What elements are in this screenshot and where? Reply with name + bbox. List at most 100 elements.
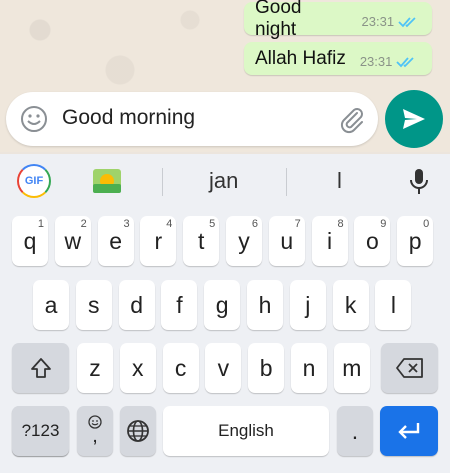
key-label: u: [280, 227, 294, 254]
key-k[interactable]: k: [332, 280, 369, 330]
key-hint: 4: [166, 218, 173, 230]
microphone-icon[interactable]: [408, 168, 430, 196]
key-label: v: [217, 354, 230, 381]
message-input-box[interactable]: Good morning: [6, 92, 378, 146]
key-z[interactable]: z: [77, 343, 113, 393]
message-text: Allah Hafiz: [255, 47, 346, 69]
paperclip-icon[interactable]: [336, 104, 368, 136]
key-n[interactable]: n: [291, 343, 327, 393]
key-x[interactable]: x: [119, 343, 156, 393]
key-label: x: [132, 354, 144, 381]
symbols-label: ?123: [21, 421, 60, 440]
message-input-text[interactable]: Good morning: [62, 106, 195, 130]
key-b[interactable]: b: [248, 343, 285, 393]
message-text: Good night: [255, 0, 302, 40]
key-label: q: [23, 227, 37, 254]
comma-label: ,: [92, 425, 98, 447]
sticker-icon[interactable]: [92, 167, 122, 195]
key-w[interactable]: w2: [54, 216, 91, 266]
key-label: c: [174, 354, 187, 381]
key-l[interactable]: l: [375, 280, 412, 330]
key-o[interactable]: o9: [354, 216, 391, 266]
key-label: e: [109, 227, 122, 254]
key-c[interactable]: c: [162, 343, 199, 393]
key-label: j: [305, 291, 311, 318]
shift-key[interactable]: [12, 343, 69, 393]
key-p[interactable]: p0: [397, 216, 434, 266]
key-label: r: [154, 227, 163, 254]
space-key[interactable]: English: [163, 406, 329, 456]
send-button[interactable]: [385, 90, 443, 148]
key-hint: 5: [209, 218, 216, 230]
key-label: d: [130, 291, 143, 318]
key-h[interactable]: h: [247, 280, 283, 330]
key-label: y: [238, 227, 250, 254]
suggestion-bar: GIF jan l: [0, 154, 450, 208]
double-check-icon: [398, 16, 416, 27]
enter-icon: [398, 423, 420, 439]
emoji-icon[interactable]: [20, 105, 48, 133]
key-hint: 8: [337, 218, 344, 230]
key-t[interactable]: t5: [183, 216, 220, 266]
suggestion-word[interactable]: l: [337, 168, 342, 194]
divider: [286, 168, 287, 196]
key-hint: 3: [123, 218, 130, 230]
key-label: k: [344, 291, 357, 318]
key-label: l: [390, 291, 396, 318]
key-m[interactable]: m: [333, 343, 370, 393]
key-g[interactable]: g: [204, 280, 241, 330]
key-label: i: [327, 227, 333, 254]
key-label: t: [197, 227, 205, 254]
key-label: z: [89, 354, 101, 381]
emoji-comma-key[interactable]: ,: [77, 406, 113, 456]
key-label: f: [176, 291, 183, 318]
period-label: .: [351, 417, 359, 444]
enter-key[interactable]: [380, 406, 438, 456]
key-v[interactable]: v: [205, 343, 242, 393]
key-label: p: [408, 227, 422, 254]
key-hint: 2: [80, 218, 87, 230]
key-label: n: [302, 354, 316, 381]
key-label: o: [365, 227, 379, 254]
message-bubble[interactable]: Allah Hafiz 23:31: [244, 42, 432, 75]
key-s[interactable]: s: [75, 280, 112, 330]
keyboard: GIF jan l ?123 , English . q 1 w 2 e 3 r…: [0, 154, 450, 473]
double-check-icon: [396, 56, 415, 67]
gif-label: GIF: [24, 175, 44, 187]
key-label: s: [88, 291, 100, 318]
shift-icon: [30, 358, 51, 378]
key-label: g: [215, 291, 229, 318]
space-label: English: [218, 421, 274, 440]
message-time: 23:31: [361, 14, 395, 29]
key-f[interactable]: f: [161, 280, 198, 330]
key-hint: 6: [251, 218, 258, 230]
key-a[interactable]: a: [33, 280, 69, 330]
divider: [162, 168, 163, 196]
symbols-key[interactable]: ?123: [12, 406, 69, 456]
suggestion-word[interactable]: jan: [209, 168, 238, 194]
key-hint: 1: [37, 218, 44, 230]
period-key[interactable]: .: [337, 406, 373, 456]
key-label: w: [64, 227, 82, 254]
backspace-icon: [395, 358, 423, 378]
key-j[interactable]: j: [289, 280, 326, 330]
key-e[interactable]: e3: [97, 216, 134, 266]
language-key[interactable]: [120, 406, 156, 456]
key-i[interactable]: i8: [311, 216, 348, 266]
key-label: h: [258, 291, 272, 318]
key-label: b: [259, 354, 273, 381]
gif-button[interactable]: GIF: [17, 164, 51, 198]
key-r[interactable]: r4: [140, 216, 177, 266]
key-label: m: [342, 354, 362, 381]
key-q[interactable]: q1: [12, 216, 48, 266]
message-time: 23:31: [359, 54, 393, 69]
key-label: a: [44, 291, 58, 318]
key-hint: 7: [294, 218, 301, 230]
send-icon: [403, 109, 425, 129]
backspace-key[interactable]: [381, 343, 438, 393]
message-bubble[interactable]: Good night 23:31: [244, 0, 432, 40]
key-d[interactable]: d: [118, 280, 155, 330]
key-y[interactable]: y6: [226, 216, 262, 266]
key-hint: 0: [423, 218, 430, 230]
key-u[interactable]: u7: [268, 216, 305, 266]
